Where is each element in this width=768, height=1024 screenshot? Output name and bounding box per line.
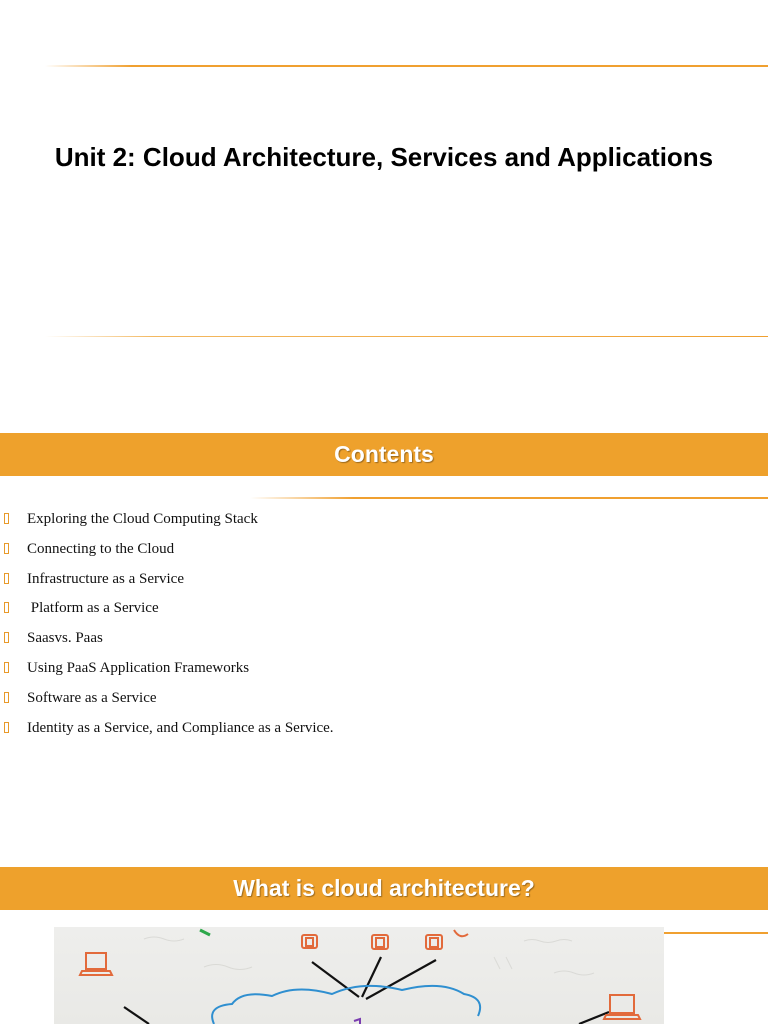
list-item: Saasvs. Paas bbox=[0, 627, 760, 657]
bullet-icon bbox=[4, 513, 9, 524]
list-item: Connecting to the Cloud bbox=[0, 538, 760, 568]
architecture-heading: What is cloud architecture? bbox=[0, 867, 768, 910]
green-mark bbox=[199, 928, 211, 937]
bullet-icon bbox=[4, 691, 9, 703]
cloud-icon bbox=[211, 984, 482, 1024]
list-item: Software as a Service bbox=[0, 687, 760, 717]
list-item-text: Platform as a Service bbox=[27, 600, 159, 617]
bullet-icon bbox=[4, 542, 9, 554]
list-item: Exploring the Cloud Computing Stack bbox=[0, 508, 760, 538]
laptop-icon bbox=[85, 952, 107, 970]
bullet-icon bbox=[4, 632, 9, 644]
list-item-text: Software as a Service bbox=[27, 689, 157, 706]
contents-list: Exploring the Cloud Computing Stack Conn… bbox=[0, 508, 760, 746]
list-item-text: Using PaaS Application Frameworks bbox=[27, 659, 250, 676]
bullet-icon bbox=[4, 602, 9, 614]
cloud-architecture-sketch bbox=[54, 927, 664, 1024]
title-top-rule bbox=[45, 65, 768, 67]
list-item: Platform as a Service bbox=[0, 597, 760, 627]
list-item: Identity as a Service, and Compliance as… bbox=[0, 717, 760, 747]
title-bottom-rule bbox=[45, 336, 768, 337]
list-item-text: Identity as a Service, and Compliance as… bbox=[27, 719, 334, 736]
architecture-side-rule bbox=[664, 932, 768, 934]
list-item-text: Connecting to the Cloud bbox=[27, 540, 175, 557]
list-item-text: Infrastructure as a Service bbox=[27, 570, 185, 587]
list-item: Using PaaS Application Frameworks bbox=[0, 657, 760, 687]
contents-heading: Contents bbox=[0, 433, 768, 476]
contents-underline bbox=[250, 497, 768, 499]
slide-title: Unit 2: Cloud Architecture, Services and… bbox=[54, 142, 714, 172]
list-item-text: Exploring the Cloud Computing Stack bbox=[27, 511, 258, 527]
list-item: Infrastructure as a Service bbox=[0, 568, 760, 598]
bullet-icon bbox=[4, 661, 9, 673]
list-item-text: Saasvs. Paas bbox=[27, 630, 103, 647]
laptop-icon bbox=[609, 994, 635, 1014]
bullet-icon bbox=[4, 721, 9, 733]
bullet-icon bbox=[4, 572, 9, 584]
